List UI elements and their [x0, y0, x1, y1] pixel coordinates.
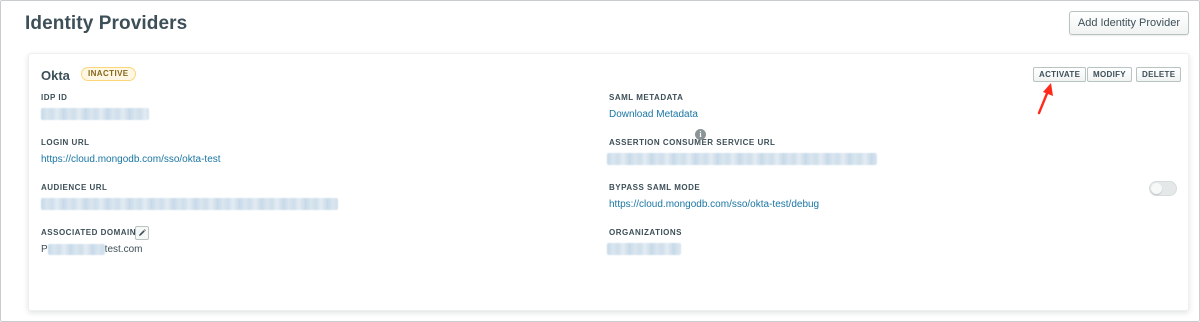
login-url-link[interactable]: https://cloud.mongodb.com/sso/okta-test [41, 154, 221, 165]
activate-button[interactable]: ACTIVATE [1033, 67, 1087, 82]
bypass-saml-debug-link[interactable]: https://cloud.mongodb.com/sso/okta-test/… [609, 199, 819, 210]
associated-domains-value: P test.com [41, 244, 142, 255]
identity-provider-card: Okta INACTIVE ACTIVATE MODIFY DELETE IDP… [28, 53, 1189, 311]
provider-name: Okta [41, 68, 70, 83]
edit-domains-button[interactable] [135, 226, 149, 240]
status-badge: INACTIVE [81, 67, 136, 81]
domain-prefix: P [41, 244, 48, 255]
info-icon[interactable]: i [695, 129, 706, 140]
window-frame: Identity Providers Add Identity Provider… [0, 0, 1200, 322]
delete-button[interactable]: DELETE [1136, 67, 1182, 82]
red-arrow-icon [1037, 83, 1053, 115]
idp-id-label: IDP ID [41, 93, 68, 102]
organizations-label: ORGANIZATIONS [609, 228, 683, 237]
organizations-value-redacted [607, 243, 681, 255]
associated-domains-label: ASSOCIATED DOMAINS [41, 228, 142, 237]
domain-redacted [47, 244, 105, 255]
add-identity-provider-button[interactable]: Add Identity Provider [1068, 11, 1189, 35]
domain-suffix: test.com [104, 244, 143, 255]
pencil-icon [139, 229, 146, 236]
audience-url-value-redacted [41, 198, 338, 210]
login-url-label: LOGIN URL [41, 138, 90, 147]
audience-url-label: AUDIENCE URL [41, 183, 108, 192]
acs-url-value-redacted [607, 153, 877, 165]
download-metadata-link[interactable]: Download Metadata [609, 109, 698, 120]
page-title: Identity Providers [25, 13, 188, 34]
bypass-saml-mode-label: BYPASS SAML MODE [609, 183, 701, 192]
toggle-knob [1151, 183, 1162, 194]
bypass-saml-toggle[interactable] [1149, 181, 1177, 196]
saml-metadata-label: SAML METADATA [609, 93, 684, 102]
acs-url-label: ASSERTION CONSUMER SERVICE URL [609, 138, 776, 147]
idp-id-value-redacted [41, 108, 149, 120]
modify-button[interactable]: MODIFY [1087, 67, 1132, 82]
